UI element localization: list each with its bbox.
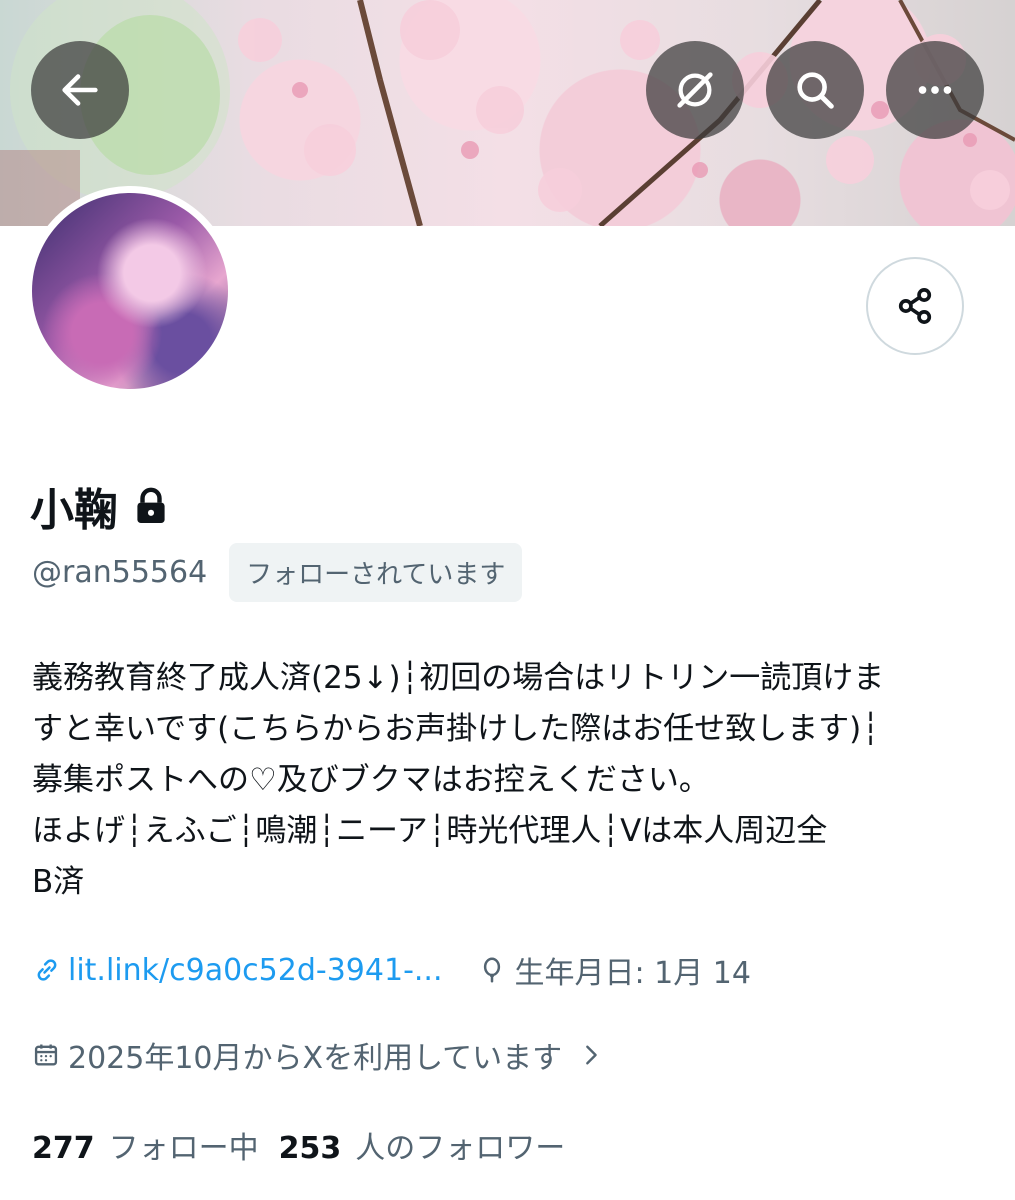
chevron-right-icon <box>586 1045 597 1065</box>
followers-link[interactable]: 253 人のフォロワー <box>279 1123 566 1167</box>
bio-line: B済 <box>32 864 85 900</box>
search-button[interactable] <box>766 41 864 139</box>
follows-you-badge: フォローされています <box>229 543 523 602</box>
search-icon <box>797 72 834 109</box>
joined-row[interactable]: 2025年10月からXを利用しています <box>32 1033 602 1077</box>
calendar-icon <box>34 1044 58 1066</box>
following-label: フォロー中 <box>108 1131 259 1166</box>
more-icon <box>918 86 952 94</box>
share-button[interactable] <box>866 257 964 355</box>
bio: 義務教育終了成人済(25↓)┆初回の場合はリトリン一読頂けま すと幸いです(こち… <box>32 653 982 908</box>
avatar[interactable] <box>25 186 235 396</box>
bio-line: すと幸いです(こちらからお声掛けした際はお任せ致します)┆ <box>32 711 880 747</box>
balloon-icon <box>483 957 500 983</box>
followers-count: 253 <box>278 1131 342 1166</box>
back-button[interactable] <box>31 41 129 139</box>
display-name-row: 小鞠 <box>30 474 168 538</box>
following-link[interactable]: 277 フォロー中 <box>32 1123 259 1167</box>
back-arrow-icon <box>62 74 98 106</box>
bio-line: 義務教育終了成人済(25↓)┆初回の場合はリトリン一読頂けま <box>32 660 885 696</box>
profile-link[interactable]: lit.link/c9a0c52d-3941-... <box>32 953 443 988</box>
birthday: 生年月日: 1月 14 <box>477 948 751 992</box>
more-button[interactable] <box>886 41 984 139</box>
grok-icon <box>677 72 713 108</box>
profile-meta-row: lit.link/c9a0c52d-3941-... 生年月日: 1月 14 <box>32 948 751 992</box>
handle-row: @ran55564 フォローされています <box>32 543 523 602</box>
bio-line: 募集ポストへの♡及びブクマはお控えください。 <box>32 762 710 798</box>
birthday-text: 生年月日: 1月 14 <box>514 956 751 991</box>
follow-stats: 277 フォロー中 253 人のフォロワー <box>32 1123 565 1167</box>
share-icon <box>898 288 932 324</box>
grok-button[interactable] <box>646 41 744 139</box>
following-count: 277 <box>32 1131 95 1166</box>
handle: @ran55564 <box>32 555 208 590</box>
joined-text: 2025年10月からXを利用しています <box>68 1041 563 1076</box>
avatar-image <box>32 193 228 389</box>
display-name: 小鞠 <box>30 485 118 536</box>
link-icon <box>37 959 57 981</box>
lock-icon <box>134 487 168 525</box>
profile-link-text[interactable]: lit.link/c9a0c52d-3941-... <box>68 953 443 988</box>
bio-line: ほよげ┆えふご┆鳴潮┆ニーア┆時光代理人┆Vは本人周辺全 <box>32 813 828 849</box>
followers-label: 人のフォロワー <box>355 1131 566 1166</box>
